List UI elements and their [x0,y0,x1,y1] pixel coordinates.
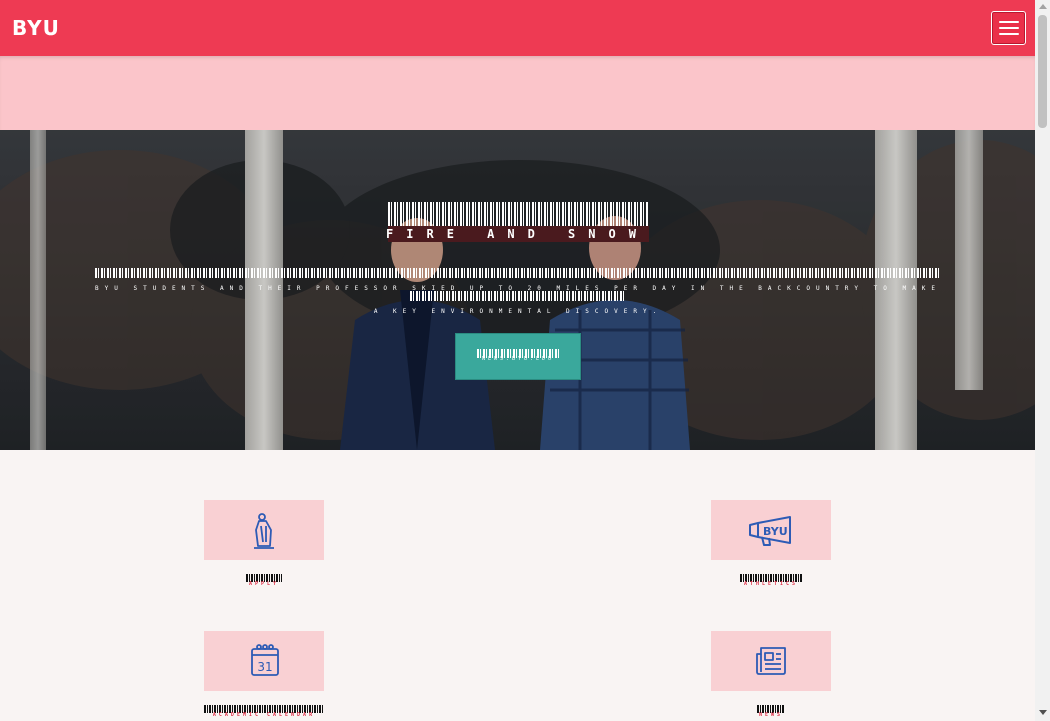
byu-megaphone-icon: BYU [749,516,791,546]
svg-text:BYU: BYU [763,525,788,538]
quick-link-athletics-tile[interactable]: BYU [711,500,831,560]
calendar-icon: 31 [251,644,279,676]
quick-link-academic-calendar[interactable]: 31 ACADEMIC CALENDAR [204,631,324,719]
quick-link-apply[interactable]: APPLY [204,500,324,588]
hero-title-graphic [388,202,649,226]
quick-link-academic-calendar-label: ACADEMIC CALENDAR [212,712,316,718]
byu-logo[interactable]: BYU [12,17,60,39]
quick-link-athletics[interactable]: BYU ATHLETICS [711,500,831,588]
hamburger-menu-button[interactable] [991,11,1026,45]
quick-link-apply-label: APPLY [248,581,280,587]
alert-banner [0,56,1035,130]
newspaper-icon [756,647,786,675]
hamburger-menu-icon [999,21,1019,23]
quick-link-news-label: NEWS [758,712,784,718]
cta-label: NEWS.BYU.EDU [481,356,555,362]
hero-title: FIRE AND SNOW [386,227,649,241]
hero-subtitle: BYU STUDENTS AND THEIR PROFESSOR SKIED U… [95,285,941,315]
graduate-statue-icon [254,513,274,549]
page-scrollbar[interactable] [1035,0,1050,721]
scroll-up-arrow-icon[interactable] [1039,4,1047,9]
quick-link-news[interactable]: NEWS [711,631,831,719]
hamburger-menu-icon-line [999,27,1019,29]
calendar-icon-day: 31 [257,660,272,674]
scroll-down-arrow-icon[interactable] [1039,710,1047,715]
news-cta-button[interactable]: NEWS.BYU.EDU [455,333,581,380]
hero-banner: FIRE AND SNOW BYU STUDENTS AND THEIR PRO… [0,130,1035,450]
quick-link-apply-tile[interactable] [204,500,324,560]
scrollbar-thumb[interactable] [1038,15,1047,128]
quick-link-academic-calendar-tile[interactable]: 31 [204,631,324,691]
hamburger-menu-icon-line [999,33,1019,35]
quick-link-news-tile[interactable] [711,631,831,691]
top-nav-bar: BYU [0,0,1035,56]
quick-link-athletics-label: ATHLETICS [743,581,799,587]
